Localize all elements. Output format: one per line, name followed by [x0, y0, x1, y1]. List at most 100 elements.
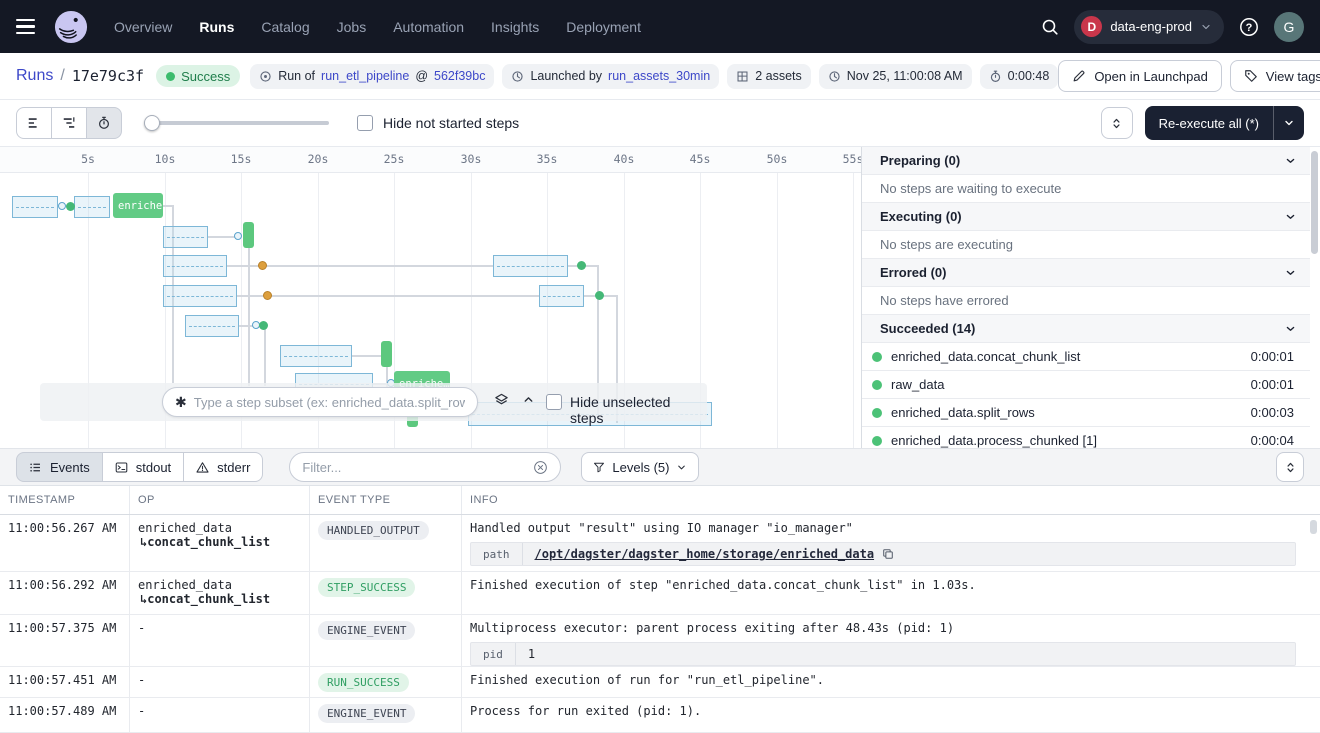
clear-filter-icon[interactable] [533, 460, 548, 475]
step-name[interactable]: enriched_data.concat_chunk_list [891, 349, 1080, 364]
axis-tick-label: 30s [461, 152, 482, 166]
event-log-row[interactable]: 11:00:56.267 AMenriched_data↳concat_chun… [0, 515, 1320, 572]
succeeded-step-row[interactable]: raw_data0:00:01 [862, 371, 1310, 399]
succeeded-step-row[interactable]: enriched_data.concat_chunk_list0:00:01 [862, 343, 1310, 371]
steps-section-0[interactable]: Preparing (0) [862, 147, 1310, 175]
chevron-up-icon[interactable] [522, 393, 535, 406]
tab-stdout[interactable]: stdout [102, 452, 184, 482]
step-name[interactable]: enriched_data.process_chunked [1] [891, 433, 1097, 448]
tag-link[interactable]: run_etl_pipeline [321, 69, 409, 83]
gantt-marker-dot[interactable] [577, 261, 586, 270]
gantt-step-waiting-box[interactable] [74, 196, 110, 218]
tab-events[interactable]: Events [16, 452, 103, 482]
metadata-key: pid [471, 643, 516, 665]
hide-not-started-checkbox[interactable] [357, 115, 373, 131]
gantt-marker-dot[interactable] [263, 291, 272, 300]
run-tag-3[interactable]: Nov 25, 11:00:08 AM [819, 64, 972, 89]
gantt-step-waiting-box[interactable] [280, 345, 352, 367]
breadcrumb-runs-link[interactable]: Runs [16, 67, 53, 85]
nav-item-jobs[interactable]: Jobs [337, 19, 367, 35]
gantt-step-waiting-box[interactable] [12, 196, 58, 218]
run-tag-4[interactable]: 0:00:48 [980, 64, 1059, 89]
search-icon[interactable] [1041, 18, 1059, 36]
reexecute-all-button[interactable]: Re-execute all (*) [1145, 106, 1273, 140]
step-subset-input[interactable] [194, 395, 465, 410]
waterfall-layout-button[interactable] [51, 107, 87, 139]
nav-item-runs[interactable]: Runs [199, 19, 234, 35]
column-header: EVENT TYPE [310, 486, 462, 514]
gantt-step-bar-labeled[interactable]: enriche. [113, 193, 163, 218]
open-in-launchpad-button[interactable]: Open in Launchpad [1058, 60, 1221, 92]
nav-item-insights[interactable]: Insights [491, 19, 539, 35]
gantt-step-waiting-box[interactable] [163, 226, 208, 248]
hide-not-started-checkbox-row[interactable]: Hide not started steps [357, 115, 519, 131]
event-log-row[interactable]: 11:00:57.451 AM-RUN_SUCCESSFinished exec… [0, 667, 1320, 698]
nav-item-overview[interactable]: Overview [114, 19, 172, 35]
metadata-value: /opt/dagster/dagster_home/storage/enrich… [523, 543, 1296, 565]
reexecute-options-button[interactable] [1274, 106, 1304, 140]
run-tag-1[interactable]: Launched by run_assets_30min [502, 64, 719, 89]
gantt-zoom-slider[interactable] [144, 113, 329, 133]
nav-item-catalog[interactable]: Catalog [261, 19, 309, 35]
flat-layout-button[interactable] [16, 107, 52, 139]
help-icon[interactable]: ? [1239, 17, 1259, 37]
tag-link[interactable]: 562f39bc [434, 69, 485, 83]
gantt-marker-dot[interactable] [66, 202, 75, 211]
axis-tick-label: 25s [384, 152, 405, 166]
steps-panel-scrollbar[interactable] [1311, 151, 1318, 254]
gantt-step-waiting-box[interactable] [163, 255, 227, 277]
main-nav: Overview Runs Catalog Jobs Automation Insight… [114, 19, 641, 35]
copy-icon[interactable] [882, 548, 894, 560]
expand-collapse-panels-button[interactable] [1101, 107, 1133, 139]
log-filter-input[interactable] [302, 460, 525, 475]
gantt-marker-dot[interactable] [258, 261, 267, 270]
events-scrollbar[interactable] [1310, 520, 1317, 534]
nav-item-deployment[interactable]: Deployment [566, 19, 641, 35]
gantt-step-waiting-box[interactable] [185, 315, 239, 337]
layers-icon[interactable] [494, 393, 509, 408]
gantt-step-bar[interactable] [243, 222, 254, 248]
user-avatar[interactable]: G [1274, 12, 1304, 42]
slider-handle[interactable] [144, 115, 160, 131]
workspace-switcher[interactable]: D data-eng-prod [1074, 10, 1224, 44]
view-tags-config-button[interactable]: View tags and config [1230, 60, 1320, 92]
tag-link[interactable]: run_assets_30min [608, 69, 710, 83]
step-duration: 0:00:03 [1251, 405, 1294, 420]
step-name[interactable]: enriched_data.split_rows [891, 405, 1035, 420]
event-log-row[interactable]: 11:00:57.375 AM-ENGINE_EVENTMultiprocess… [0, 615, 1320, 667]
gantt-step-waiting-box[interactable] [493, 255, 568, 277]
run-tag-0[interactable]: Run of run_etl_pipeline @ 562f39bc [250, 64, 494, 89]
status-badge: Success [156, 65, 240, 87]
nav-item-automation[interactable]: Automation [393, 19, 464, 35]
event-timestamp: 11:00:57.451 AM [0, 667, 130, 697]
step-name[interactable]: raw_data [891, 377, 944, 392]
succeeded-step-row[interactable]: enriched_data.process_chunked [1] 0:00:04 [862, 427, 1310, 448]
tab-stderr[interactable]: stderr [183, 452, 263, 482]
step-duration: 0:00:04 [1251, 433, 1294, 448]
levels-dropdown[interactable]: Levels (5) [581, 452, 699, 482]
dagster-logo[interactable] [54, 10, 88, 44]
hide-unselected-checkbox[interactable] [546, 394, 562, 410]
gantt-step-bar[interactable] [381, 341, 392, 367]
event-log-row[interactable]: 11:00:57.489 AM-ENGINE_EVENTProcess for … [0, 698, 1320, 733]
events-expand-collapse-button[interactable] [1276, 452, 1304, 482]
hide-unselected-label: Hide unselected steps [570, 394, 707, 426]
success-dot-icon [872, 352, 882, 362]
event-log-row[interactable]: 11:00:56.292 AMenriched_data↳concat_chun… [0, 572, 1320, 615]
gantt-step-waiting-box[interactable] [539, 285, 584, 307]
clock-icon [511, 70, 524, 83]
timed-layout-button[interactable] [86, 107, 122, 139]
run-tag-2[interactable]: 2 assets [727, 64, 811, 89]
steps-section-1[interactable]: Executing (0) [862, 203, 1310, 231]
gantt-marker-dot[interactable] [58, 202, 66, 210]
hamburger-menu-icon[interactable] [16, 14, 42, 40]
gantt-marker-dot[interactable] [595, 291, 604, 300]
gantt-step-waiting-box[interactable] [163, 285, 237, 307]
steps-section-succeeded[interactable]: Succeeded (14) [862, 315, 1310, 343]
gantt-marker-dot[interactable] [259, 321, 268, 330]
gantt-marker-dot[interactable] [234, 232, 242, 240]
succeeded-step-row[interactable]: enriched_data.split_rows 0:00:03 [862, 399, 1310, 427]
metadata-path-link[interactable]: /opt/dagster/dagster_home/storage/enrich… [535, 547, 875, 561]
gantt-chart[interactable]: 5s10s15s20s25s30s35s40s45s50s55s ✱ Hide … [0, 147, 861, 448]
steps-section-2[interactable]: Errored (0) [862, 259, 1310, 287]
